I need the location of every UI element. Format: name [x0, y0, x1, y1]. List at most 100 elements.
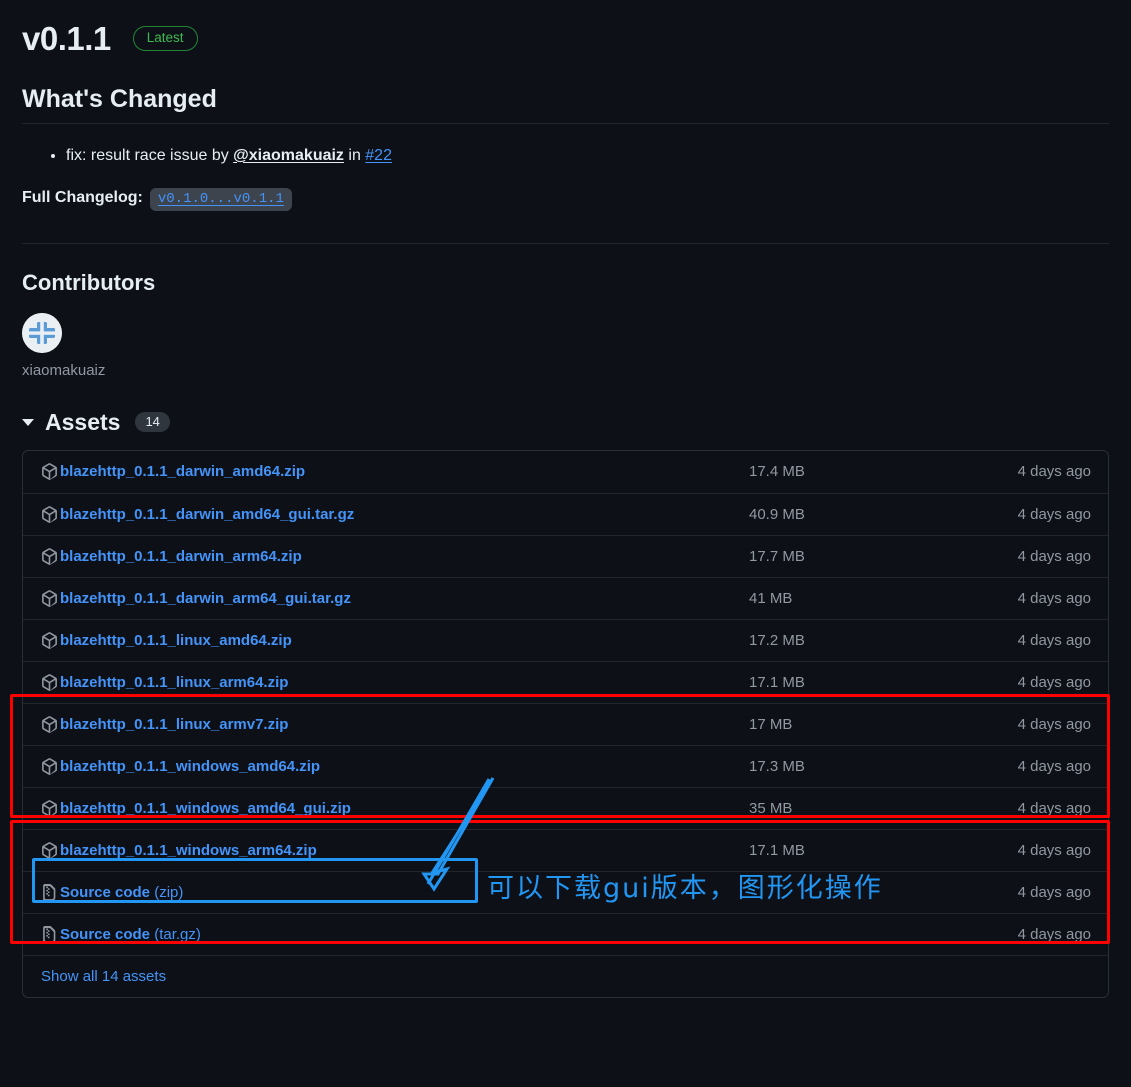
latest-badge: Latest — [132, 26, 198, 51]
asset-date: 4 days ago — [1017, 925, 1091, 943]
package-icon — [41, 799, 58, 817]
whats-changed-section: What's Changed fix: result race issue by… — [0, 85, 1131, 244]
full-changelog-label: Full Changelog: — [22, 188, 143, 206]
table-row: blazehttp_0.1.1_windows_amd64_gui.zip 35 … — [23, 786, 1108, 829]
asset-date: 4 days ago — [1017, 799, 1091, 817]
package-icon — [41, 757, 58, 775]
asset-file-name: blazehttp_0.1.1_darwin_amd64.zip — [60, 463, 306, 481]
asset-date: 4 days ago — [1017, 715, 1091, 733]
asset-size: 17.3 MB — [749, 757, 805, 775]
asset-name-cell: Source code (zip) — [41, 883, 731, 901]
change-text-prefix: fix: result race issue by — [66, 147, 234, 164]
asset-date: 4 days ago — [1017, 505, 1091, 523]
package-icon — [41, 673, 58, 691]
asset-name-cell: blazehttp_0.1.1_windows_amd64_gui.zip — [41, 800, 731, 817]
assets-section: Assets 14 — [0, 409, 1131, 436]
file-zip-icon — [41, 925, 58, 943]
asset-file-name: blazehttp_0.1.1_linux_armv7.zip — [60, 715, 289, 733]
full-changelog: Full Changelog: v0.1.0...v0.1.1 — [22, 187, 1109, 211]
full-changelog-compare-link[interactable]: v0.1.0...v0.1.1 — [149, 187, 292, 211]
asset-size: 41 MB — [749, 589, 793, 607]
asset-file-name: blazehttp_0.1.1_darwin_arm64.zip — [60, 547, 302, 565]
contributors-section: Contributors xiaomakuaiz — [0, 270, 1131, 379]
release-tag-title: v0.1.1 — [22, 20, 111, 57]
asset-size: 17.7 MB — [749, 547, 805, 565]
table-row: blazehttp_0.1.1_darwin_arm64_gui.tar.gz 4… — [23, 576, 1108, 619]
asset-file-name: blazehttp_0.1.1_linux_amd64.zip — [60, 631, 292, 649]
table-row: Source code (tar.gz) 4 days ago — [23, 912, 1108, 955]
show-all-assets-link[interactable]: Show all 14 assets — [41, 968, 166, 985]
file-zip-icon — [41, 883, 58, 901]
asset-date: 4 days ago — [1017, 589, 1091, 607]
asset-size: 17.1 MB — [749, 673, 805, 691]
pull-request-link[interactable]: #22 — [365, 147, 392, 164]
package-icon — [41, 841, 58, 859]
table-row: blazehttp_0.1.1_darwin_amd64_gui.tar.gz 4… — [23, 492, 1108, 535]
asset-size: 17 MB — [749, 715, 793, 733]
asset-download-link[interactable]: blazehttp_0.1.1_darwin_arm64.zip — [60, 548, 302, 565]
asset-file-name: blazehttp_0.1.1_windows_amd64.zip — [60, 757, 321, 775]
package-icon — [41, 463, 58, 481]
contributor-name: xiaomakuaiz — [22, 361, 106, 379]
asset-date: 4 days ago — [1017, 463, 1091, 481]
assets-list: blazehttp_0.1.1_darwin_amd64.zip 17.4 MB 4… — [22, 449, 1109, 998]
table-row: blazehttp_0.1.1_linux_armv7.zip 17 MB 4 da… — [23, 702, 1108, 745]
chevron-down-icon[interactable] — [22, 418, 34, 426]
asset-name-cell: blazehttp_0.1.1_linux_arm64.zip — [41, 674, 731, 691]
asset-size: 17.2 MB — [749, 631, 805, 649]
asset-date: 4 days ago — [1017, 547, 1091, 565]
asset-date: 4 days ago — [1017, 673, 1091, 691]
asset-download-link[interactable]: blazehttp_0.1.1_darwin_amd64.zip — [60, 463, 305, 480]
asset-download-link[interactable]: Source code (zip) — [60, 884, 183, 901]
asset-file-name: blazehttp_0.1.1_windows_amd64_gui.zip — [60, 799, 351, 817]
whats-changed-heading: What's Changed — [22, 85, 1109, 124]
author-link[interactable]: @xiaomakuaiz — [233, 147, 344, 164]
package-icon — [41, 715, 58, 733]
asset-name-cell: Source code (tar.gz) — [41, 925, 731, 943]
asset-size: 17.1 MB — [749, 841, 805, 859]
asset-name-cell: blazehttp_0.1.1_windows_amd64.zip — [41, 758, 731, 775]
asset-download-link[interactable]: blazehttp_0.1.1_windows_amd64_gui.zip — [60, 800, 351, 817]
asset-date: 4 days ago — [1017, 631, 1091, 649]
table-row: blazehttp_0.1.1_darwin_arm64.zip 17.7 MB 4… — [23, 534, 1108, 577]
asset-name-cell: blazehttp_0.1.1_darwin_amd64.zip — [41, 463, 731, 480]
asset-date: 4 days ago — [1017, 757, 1091, 775]
asset-download-link[interactable]: blazehttp_0.1.1_darwin_arm64_gui.tar.gz — [60, 590, 351, 607]
asset-name-cell: blazehttp_0.1.1_linux_armv7.zip — [41, 716, 731, 733]
asset-download-link[interactable]: blazehttp_0.1.1_linux_armv7.zip — [60, 716, 288, 733]
asset-download-link[interactable]: blazehttp_0.1.1_windows_arm64.zip — [60, 842, 317, 859]
table-row: blazehttp_0.1.1_windows_amd64.zip 17.3 MB… — [23, 744, 1108, 787]
asset-file-suffix: (tar.gz) — [150, 925, 201, 943]
assets-count-badge: 14 — [135, 412, 170, 433]
asset-download-link[interactable]: blazehttp_0.1.1_windows_amd64.zip — [60, 758, 320, 775]
asset-name-cell: blazehttp_0.1.1_windows_arm64.zip — [41, 842, 731, 859]
release-header: v0.1.1 Latest — [0, 0, 1131, 55]
asset-date: 4 days ago — [1017, 841, 1091, 859]
asset-size: 35 MB — [749, 799, 793, 817]
asset-file-name: Source code — [60, 925, 151, 943]
avatar[interactable] — [22, 312, 62, 353]
asset-download-link[interactable]: blazehttp_0.1.1_darwin_amd64_gui.tar.gz — [60, 506, 354, 523]
package-icon — [41, 631, 58, 649]
section-divider — [22, 242, 1109, 244]
asset-download-link[interactable]: blazehttp_0.1.1_linux_arm64.zip — [60, 674, 288, 691]
asset-file-name: blazehttp_0.1.1_linux_arm64.zip — [60, 673, 289, 691]
show-all-assets-row: Show all 14 assets — [23, 954, 1108, 997]
table-row: blazehttp_0.1.1_darwin_amd64.zip 17.4 MB 4… — [23, 451, 1108, 493]
assets-header[interactable]: Assets 14 — [22, 409, 1109, 436]
package-icon — [41, 589, 58, 607]
asset-file-name: blazehttp_0.1.1_darwin_amd64_gui.tar.gz — [60, 505, 355, 523]
asset-size: 40.9 MB — [749, 505, 805, 523]
asset-date: 4 days ago — [1017, 883, 1091, 901]
table-row: blazehttp_0.1.1_linux_arm64.zip 17.1 MB 4 … — [23, 660, 1108, 703]
asset-file-name: Source code — [60, 883, 151, 901]
asset-size: 17.4 MB — [749, 463, 805, 481]
assets-heading: Assets — [45, 408, 121, 435]
asset-file-name: blazehttp_0.1.1_darwin_arm64_gui.tar.gz — [60, 589, 351, 607]
table-row: blazehttp_0.1.1_windows_arm64.zip 17.1 MB… — [23, 828, 1108, 871]
table-row: blazehttp_0.1.1_linux_amd64.zip 17.2 MB 4 … — [23, 618, 1108, 661]
asset-download-link[interactable]: blazehttp_0.1.1_linux_amd64.zip — [60, 632, 292, 649]
package-icon — [41, 547, 58, 565]
asset-download-link[interactable]: Source code (tar.gz) — [60, 926, 201, 943]
package-icon — [41, 505, 58, 523]
